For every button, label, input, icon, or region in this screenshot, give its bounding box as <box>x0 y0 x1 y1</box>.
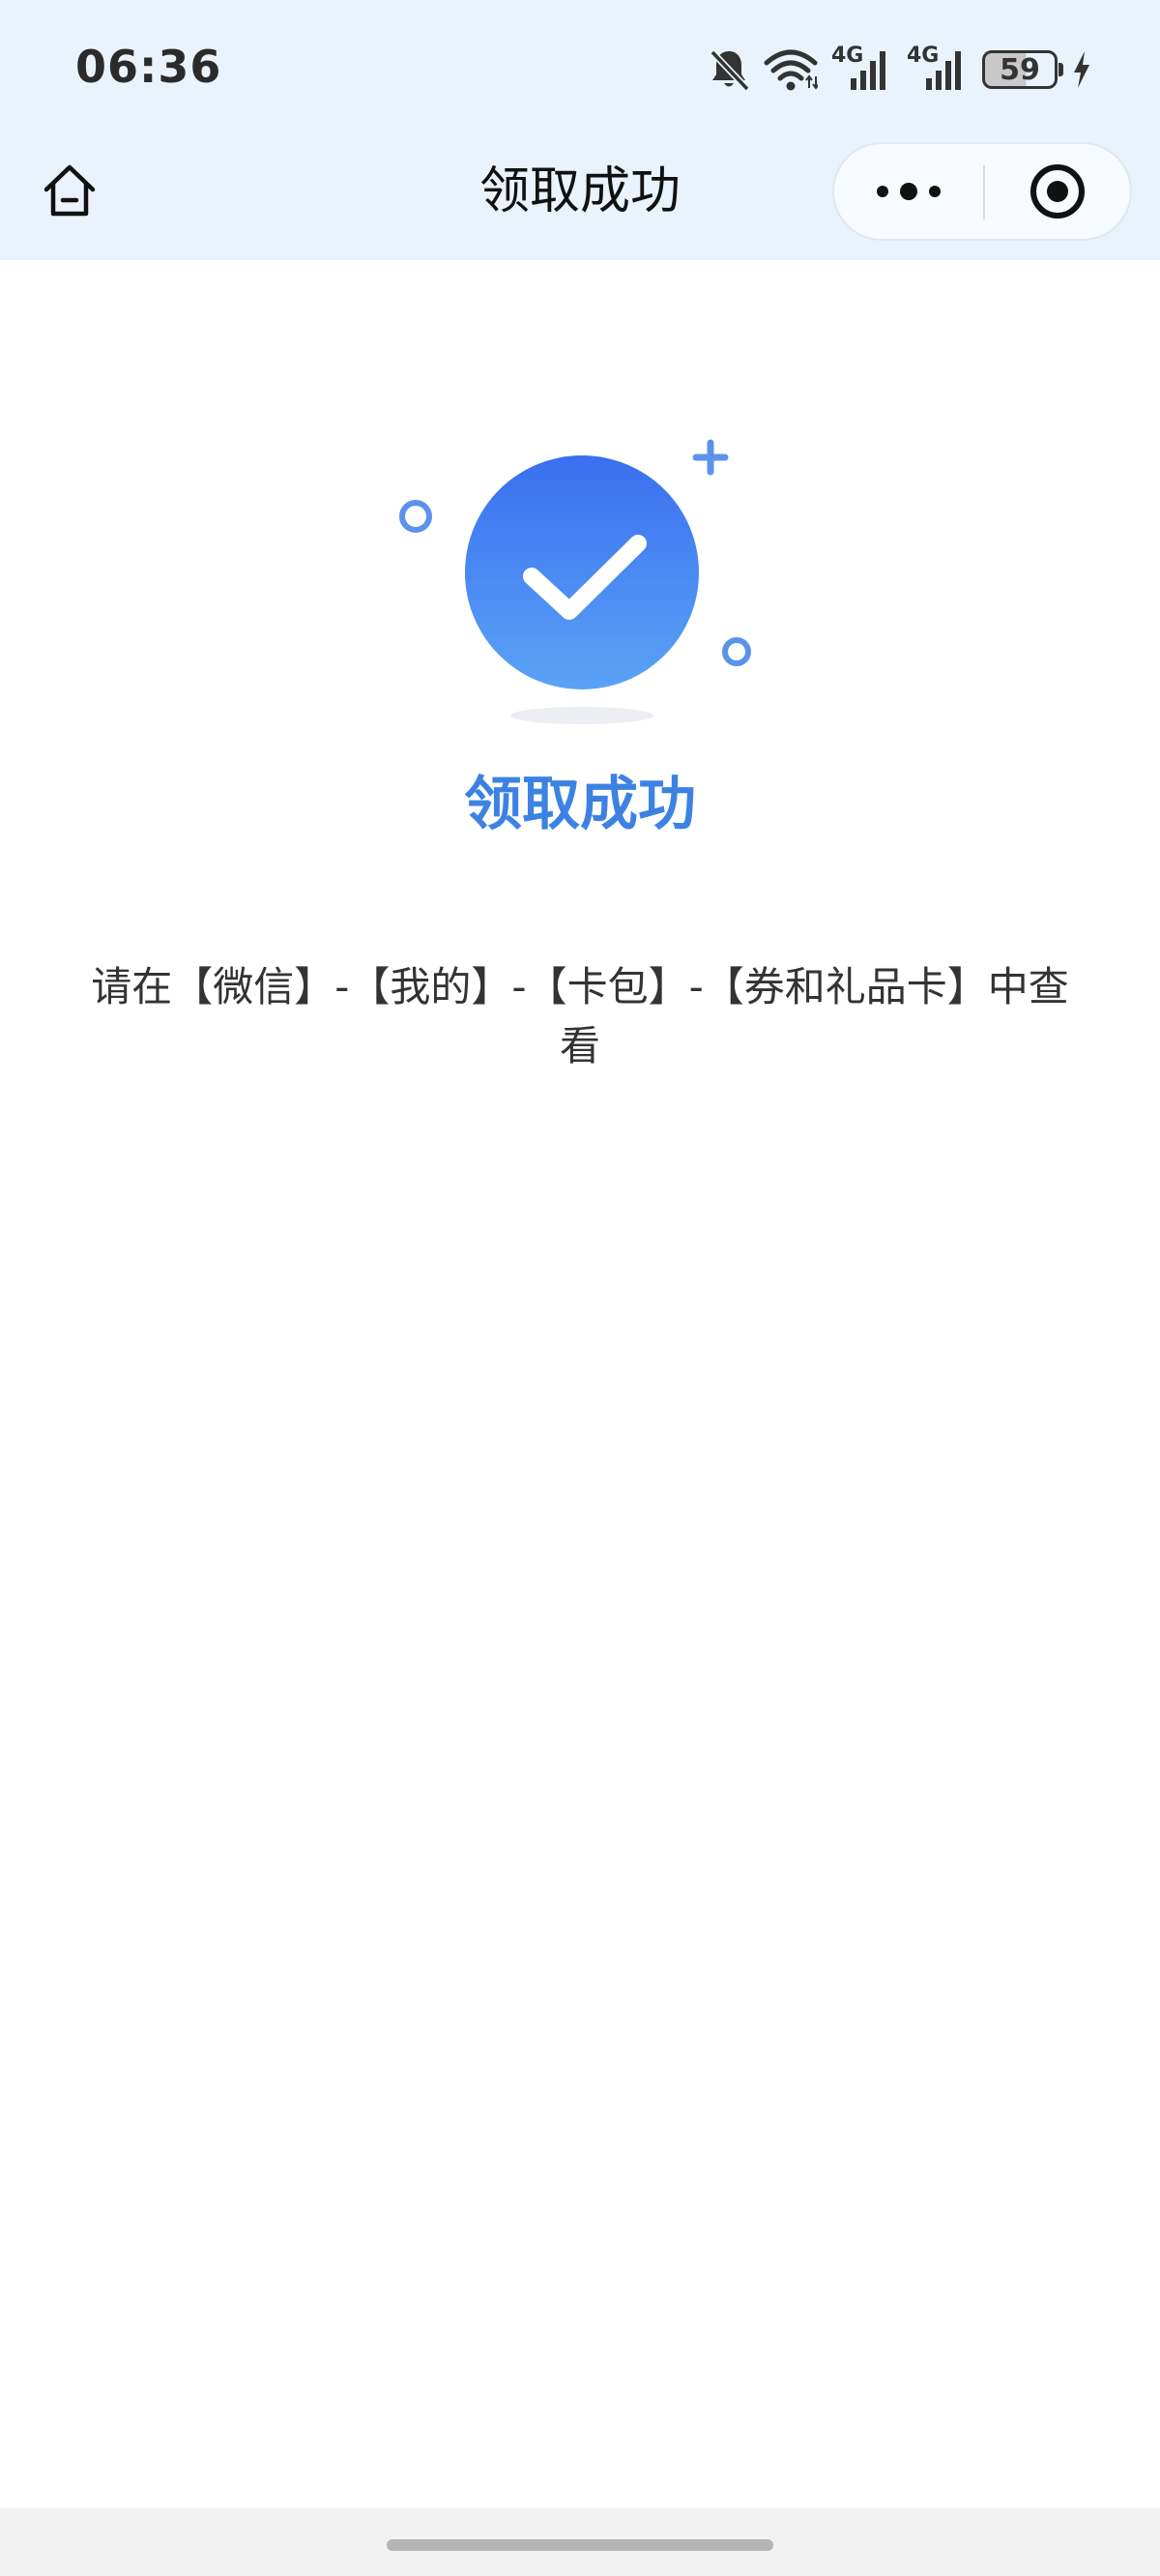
miniprogram-capsule <box>832 142 1132 241</box>
signal-icon: 4G <box>831 44 893 92</box>
battery-icon: 59 <box>982 50 1063 89</box>
charging-icon <box>1074 51 1089 88</box>
more-button[interactable] <box>834 144 983 239</box>
success-illustration <box>387 396 773 735</box>
gesture-bar <box>0 2508 1160 2576</box>
status-icons: 4G 4G 59 <box>708 44 1092 95</box>
signal-icon: 4G <box>907 44 969 92</box>
wifi-icon <box>764 49 818 91</box>
bell-off-icon <box>710 49 750 92</box>
home-icon <box>44 164 96 217</box>
close-miniprogram-button[interactable] <box>985 144 1130 239</box>
home-button[interactable] <box>37 158 102 223</box>
target-icon <box>1030 164 1085 219</box>
top-header: 06:36 4G 4G 59 领取成功 <box>0 0 1160 260</box>
more-icon <box>877 183 941 200</box>
battery-level: 59 <box>1000 52 1040 87</box>
instruction-text: 请在【微信】-【我的】-【卡包】-【券和礼品卡】中查看 <box>91 963 1069 1069</box>
status-time: 06:36 <box>75 41 222 93</box>
success-title: 领取成功 <box>464 771 696 838</box>
home-indicator[interactable] <box>387 2539 773 2551</box>
check-circle-icon <box>399 439 751 724</box>
